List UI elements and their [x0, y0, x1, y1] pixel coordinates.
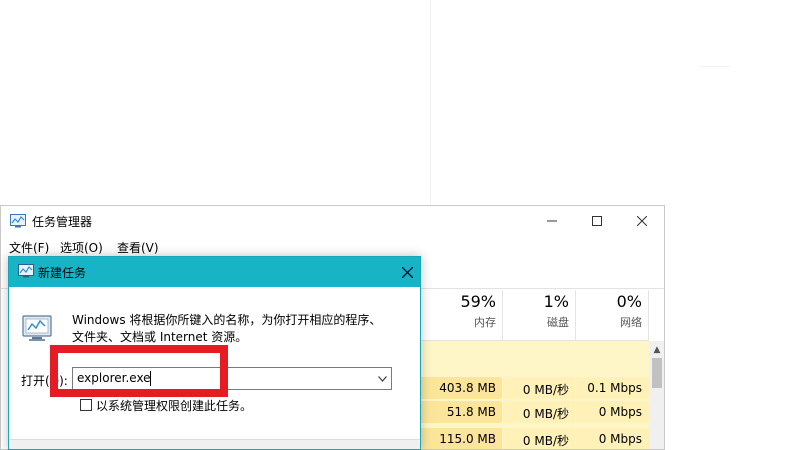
disk-cell: 0 MB/秒 — [522, 407, 569, 421]
dropdown-button[interactable] — [375, 369, 389, 388]
maximize-button[interactable] — [574, 206, 619, 236]
task-manager-titlebar[interactable]: 任务管理器 — [1, 206, 664, 236]
task-manager-menubar: 文件(F) 选项(O) 查看(V) — [1, 236, 664, 258]
disk-cell: 0 MB/秒 — [522, 383, 569, 397]
menu-file[interactable]: 文件(F) — [9, 239, 49, 256]
close-icon — [636, 216, 647, 226]
column-header-memory[interactable]: 59% 内存 — [421, 292, 496, 330]
dialog-titlebar[interactable]: 新建任务 — [9, 257, 420, 287]
minimize-icon — [546, 220, 557, 222]
process-grid: 403.8 MB 0 MB/秒 0.1 Mbps 51.8 MB 0 MB/秒 … — [421, 341, 649, 449]
network-percent: 0% — [616, 292, 642, 311]
new-task-icon — [18, 264, 34, 278]
memory-cell: 115.0 MB — [439, 432, 496, 446]
description-line: 文件夹、文档或 Internet 资源。 — [72, 330, 248, 344]
column-header-network[interactable]: 0% 网络 — [576, 292, 642, 330]
menu-view[interactable]: 查看(V) — [117, 239, 159, 256]
close-icon — [401, 266, 413, 278]
chevron-down-icon — [377, 375, 387, 382]
dialog-footer — [9, 439, 420, 449]
table-row[interactable]: 403.8 MB 0 MB/秒 0.1 Mbps — [421, 377, 649, 399]
vertical-scrollbar[interactable]: ▲ — [649, 341, 664, 449]
close-button[interactable] — [619, 206, 664, 236]
annotation-highlight-box — [50, 345, 228, 397]
column-header-disk[interactable]: 1% 磁盘 — [503, 292, 569, 330]
dialog-close-button[interactable] — [392, 257, 420, 287]
memory-cell: 403.8 MB — [439, 381, 496, 395]
scroll-thumb[interactable] — [652, 358, 662, 388]
maximize-icon — [591, 216, 602, 226]
network-cell: 0.1 Mbps — [587, 381, 642, 395]
dialog-description: Windows 将根据你所键入的名称，为你打开相应的程序、 文件夹、文档或 In… — [72, 312, 412, 346]
table-row[interactable]: 51.8 MB 0 MB/秒 0 Mbps — [421, 401, 649, 423]
menu-options[interactable]: 选项(O) — [60, 239, 103, 256]
scroll-up-arrow-icon[interactable]: ▲ — [649, 344, 664, 356]
faint-divider — [700, 66, 730, 67]
memory-cell: 51.8 MB — [446, 405, 496, 419]
disk-cell: 0 MB/秒 — [522, 434, 569, 448]
task-manager-icon — [10, 214, 26, 228]
table-row[interactable]: 115.0 MB 0 MB/秒 0 Mbps — [421, 428, 649, 449]
disk-percent: 1% — [543, 292, 569, 311]
admin-checkbox-label[interactable]: 以系统管理权限创建此任务。 — [96, 397, 252, 414]
dialog-title: 新建任务 — [38, 266, 87, 280]
disk-column-label: 磁盘 — [547, 316, 569, 329]
network-cell: 0 Mbps — [598, 432, 642, 446]
admin-checkbox[interactable] — [80, 399, 92, 411]
run-app-icon — [22, 315, 52, 341]
task-manager-title: 任务管理器 — [32, 215, 93, 229]
faint-divider — [430, 0, 431, 205]
description-line: Windows 将根据你所键入的名称，为你打开相应的程序、 — [72, 313, 382, 327]
memory-column-label: 内存 — [474, 316, 496, 329]
memory-percent: 59% — [460, 292, 496, 311]
minimize-button[interactable] — [529, 206, 574, 236]
network-column-label: 网络 — [620, 316, 642, 329]
network-cell: 0 Mbps — [598, 405, 642, 419]
